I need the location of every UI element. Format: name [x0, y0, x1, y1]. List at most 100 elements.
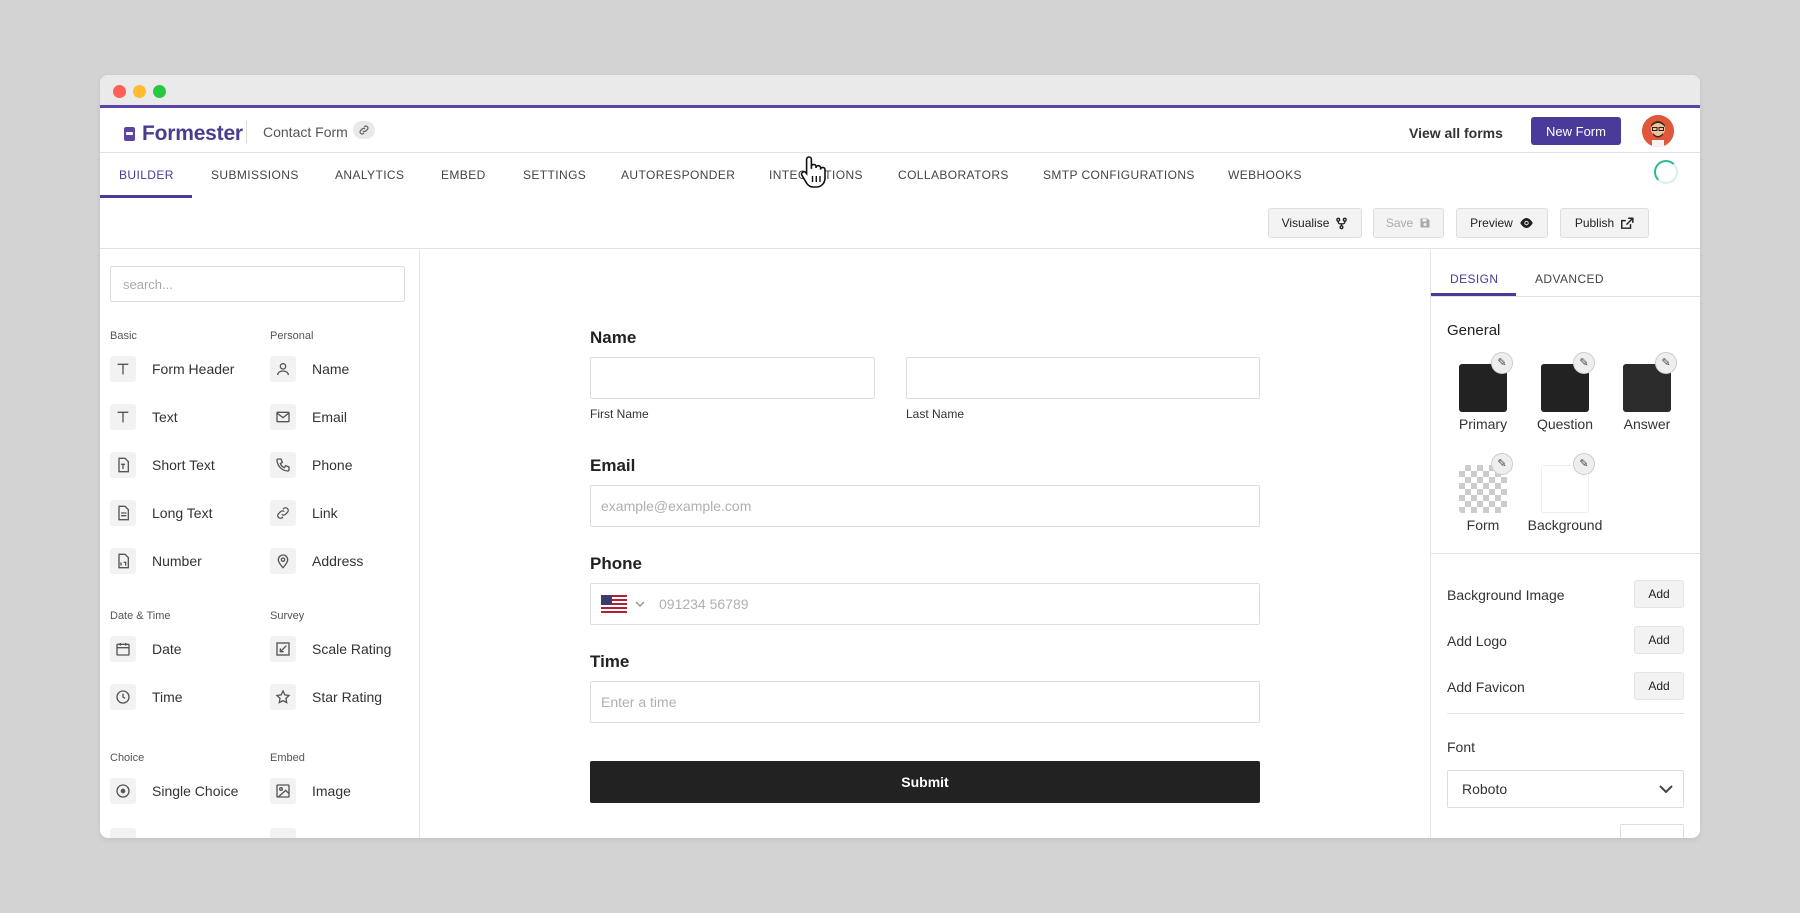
palette-item-scale-rating[interactable]: Scale Rating: [270, 636, 391, 662]
palette-item-label: Star Rating: [312, 689, 383, 705]
palette-item-label: Address: [312, 553, 364, 569]
font-select[interactable]: Roboto: [1447, 770, 1684, 808]
save-label: Save: [1385, 216, 1414, 230]
brand-name: Formester: [142, 122, 243, 145]
app-header: Formester Contact Form View all forms Ne…: [100, 111, 1700, 153]
eyedropper-icon[interactable]: ✎: [1573, 453, 1595, 475]
view-all-forms-link[interactable]: View all forms: [1409, 125, 1503, 141]
eye-icon: [1520, 218, 1533, 228]
document-icon: [110, 500, 136, 526]
close-window-button[interactable]: [113, 85, 126, 98]
map-pin-icon: [270, 548, 296, 574]
palette-item-star-rating[interactable]: Star Rating: [270, 684, 382, 710]
background-label: Background: [1527, 517, 1603, 533]
question-label: Question: [1536, 416, 1594, 432]
category-choice: Choice: [110, 752, 145, 764]
palette-item-label: Date: [152, 641, 182, 657]
tab-advanced[interactable]: ADVANCED: [1535, 272, 1604, 286]
add-favicon-button[interactable]: Add: [1634, 672, 1684, 700]
answer-label: Answer: [1623, 416, 1671, 432]
palette-item-address[interactable]: Address: [270, 548, 363, 574]
tab-webhooks[interactable]: WEBHOOKS: [1228, 168, 1302, 182]
time-input[interactable]: Enter a time: [590, 681, 1260, 723]
palette-item-date[interactable]: Date: [110, 636, 182, 662]
search-input[interactable]: [110, 266, 405, 302]
palette-item-label: Form Header: [152, 361, 235, 377]
palette-item-label: Scale Rating: [312, 641, 392, 657]
tab-collaborators[interactable]: COLLABORATORS: [898, 168, 1009, 182]
palette-item-label: Text: [152, 409, 178, 425]
category-personal: Personal: [270, 330, 314, 342]
calendar-icon: [110, 636, 136, 662]
palette-item-name[interactable]: Name: [270, 356, 349, 382]
form-label: Form: [1466, 517, 1500, 533]
form-title[interactable]: Contact Form: [263, 124, 348, 140]
eyedropper-icon[interactable]: ✎: [1573, 352, 1595, 374]
palette-item-label: Email: [312, 409, 348, 425]
palette-item-label: Single Choice: [152, 783, 239, 799]
submit-button[interactable]: Submit: [590, 761, 1260, 803]
name-question-label: Name: [590, 328, 637, 347]
minimize-window-button[interactable]: [133, 85, 146, 98]
add-logo-button[interactable]: Add: [1634, 626, 1684, 654]
save-button[interactable]: Save: [1373, 208, 1444, 238]
publish-button[interactable]: Publish: [1560, 208, 1649, 238]
palette-item-form-header[interactable]: Form Header: [110, 356, 234, 382]
category-embed: Embed: [270, 752, 305, 764]
tab-embed[interactable]: EMBED: [441, 168, 486, 182]
palette-item-long-text[interactable]: Long Text: [110, 500, 212, 526]
eyedropper-icon[interactable]: ✎: [1491, 453, 1513, 475]
maximize-window-button[interactable]: [153, 85, 166, 98]
radio-icon: [110, 778, 136, 804]
us-flag-icon[interactable]: [601, 595, 645, 613]
eyedropper-icon[interactable]: ✎: [1655, 352, 1677, 374]
phone-placeholder: 091234 56789: [659, 596, 749, 612]
email-question-label: Email: [590, 456, 636, 475]
link-icon[interactable]: [353, 121, 375, 139]
clock-icon: [110, 684, 136, 710]
visualise-button[interactable]: Visualise: [1268, 208, 1362, 238]
category-survey: Survey: [270, 610, 305, 622]
add-background-image-button[interactable]: Add: [1634, 580, 1684, 608]
palette-item-phone[interactable]: Phone: [270, 452, 352, 478]
palette-item-text[interactable]: Text: [110, 404, 178, 430]
new-form-button[interactable]: New Form: [1531, 117, 1621, 145]
palette-item-email[interactable]: Email: [270, 404, 347, 430]
palette-item-label: Link: [312, 505, 338, 521]
email-input[interactable]: example@example.com: [590, 485, 1260, 527]
phone-input[interactable]: 091234 56789: [590, 583, 1260, 625]
add-favicon-label: Add Favicon: [1447, 679, 1525, 695]
font-select-value: Roboto: [1462, 781, 1508, 797]
tab-analytics[interactable]: ANALYTICS: [335, 168, 404, 182]
visualise-label: Visualise: [1281, 216, 1330, 230]
palette-item-time[interactable]: Time: [110, 684, 183, 710]
palette-item-short-text[interactable]: Short Text: [110, 452, 215, 478]
last-name-input[interactable]: [906, 357, 1260, 399]
action-bar: Visualise Save Preview Publish: [100, 197, 1700, 249]
partial-item-icon: [110, 828, 136, 838]
tab-design[interactable]: DESIGN: [1450, 272, 1498, 286]
header-divider: [246, 121, 247, 143]
tab-settings[interactable]: SETTINGS: [523, 168, 586, 182]
tab-builder[interactable]: BUILDER: [119, 168, 174, 182]
tab-smtp-configurations[interactable]: SMTP CONFIGURATIONS: [1043, 168, 1195, 182]
palette-item-label: Short Text: [152, 457, 215, 473]
main-tabs: BUILDER SUBMISSIONS ANALYTICS EMBED SETT…: [100, 153, 1700, 198]
palette-item-image[interactable]: Image: [270, 778, 351, 804]
category-date-time: Date & Time: [110, 610, 171, 622]
preview-button[interactable]: Preview: [1456, 208, 1548, 238]
heading-icon: [110, 356, 136, 382]
palette-item-label: Long Text: [152, 505, 213, 521]
palette-item-number[interactable]: Number: [110, 548, 202, 574]
first-name-input[interactable]: [590, 357, 875, 399]
tab-submissions[interactable]: SUBMISSIONS: [211, 168, 299, 182]
palette-item-link[interactable]: Link: [270, 500, 338, 526]
link-icon: [270, 500, 296, 526]
preview-label: Preview: [1470, 216, 1513, 230]
palette-item-single-choice[interactable]: Single Choice: [110, 778, 238, 804]
eyedropper-icon[interactable]: ✎: [1491, 352, 1513, 374]
avatar[interactable]: [1642, 115, 1674, 147]
section-divider: [1431, 553, 1700, 554]
brand-logo[interactable]: Formester: [124, 122, 243, 146]
tab-autoresponder[interactable]: AUTORESPONDER: [621, 168, 735, 182]
